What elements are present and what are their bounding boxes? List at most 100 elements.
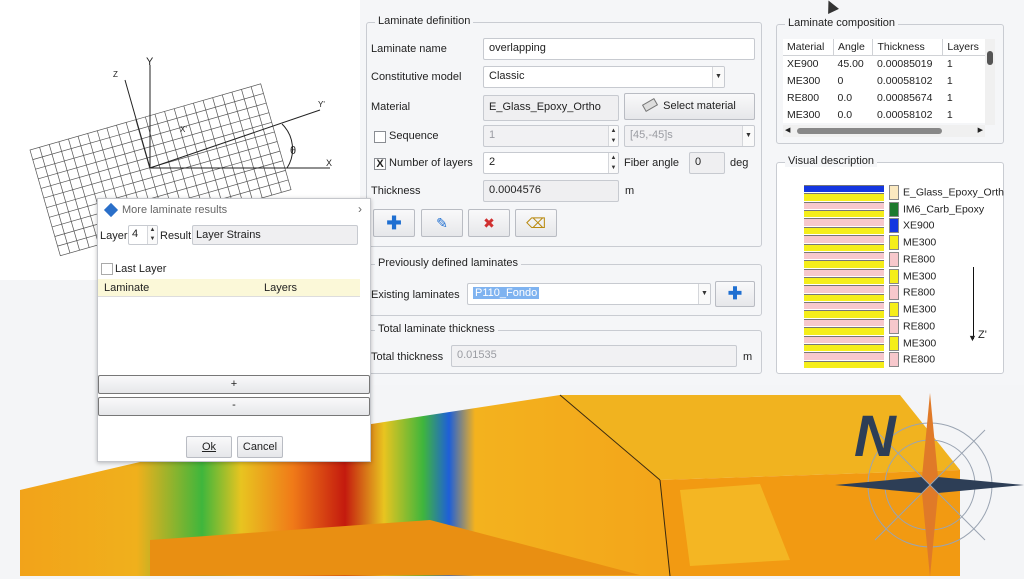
- fiber-angle-label: Fiber angle: [624, 157, 680, 169]
- laminate-layer: [804, 218, 884, 226]
- laminate-layer: [804, 335, 884, 343]
- scroll-left-icon[interactable]: ◀: [785, 125, 790, 137]
- cell-thickness: 0.00058102: [872, 72, 943, 89]
- total-thickness-unit: m: [743, 351, 753, 363]
- last-layer-label: Last Layer: [115, 263, 167, 275]
- legend-swatch: [889, 285, 899, 301]
- legend-swatch: [889, 185, 899, 200]
- cell-angle: 0.0: [833, 89, 873, 106]
- group-title: Laminate composition: [785, 17, 899, 29]
- dialog-titlebar: More laminate results ›: [98, 199, 370, 221]
- last-layer-checkbox[interactable]: [101, 263, 113, 275]
- cell-thickness: 0.00085674: [872, 89, 943, 106]
- column-header-laminate[interactable]: Laminate: [104, 282, 149, 294]
- scrollbar-thumb[interactable]: [987, 51, 993, 65]
- compass-logo: N: [830, 385, 1024, 577]
- cell-angle: 0: [833, 72, 873, 89]
- laminate-list-header: Laminate Layers: [98, 279, 360, 297]
- legend-item: ME300: [889, 335, 936, 353]
- cell-thickness: 0.00058102: [872, 106, 943, 123]
- column-header-angle[interactable]: Angle: [833, 39, 874, 56]
- scrollbar-thumb[interactable]: [797, 128, 942, 134]
- select-material-label: Select material: [663, 100, 736, 112]
- chevron-down-icon: ▼: [742, 126, 754, 146]
- clean-button[interactable]: ⌫: [515, 209, 557, 237]
- legend-item: ME300: [889, 302, 936, 319]
- material-label: Material: [371, 101, 411, 113]
- broom-icon: ⌫: [526, 215, 546, 231]
- vertical-scrollbar[interactable]: [985, 39, 995, 125]
- layer-stepper[interactable]: 4 ▲ ▼: [128, 225, 158, 245]
- table-row[interactable]: XE900 45.00 0.00085019 1: [783, 55, 988, 72]
- legend-label: RE800: [903, 353, 936, 366]
- sequence-value: 1: [489, 129, 496, 141]
- cell-layers: 1: [942, 55, 988, 72]
- laminate-layer: [804, 302, 884, 310]
- expand-button[interactable]: +: [98, 375, 370, 394]
- laminate-layer: [804, 193, 884, 201]
- table-row[interactable]: RE800 0.0 0.00085674 1: [783, 89, 988, 106]
- laminate-stack: [804, 185, 884, 369]
- ok-button[interactable]: Ok: [186, 436, 232, 458]
- cell-material: ME300: [783, 106, 834, 123]
- thickness-field: 0.0004576: [483, 180, 619, 202]
- result-select[interactable]: Layer Strains: [192, 225, 358, 245]
- add-layer-button[interactable]: ✚: [373, 209, 415, 237]
- laminate-layer: [804, 360, 884, 368]
- edit-layer-button[interactable]: ✎: [421, 209, 463, 237]
- column-header-layers[interactable]: Layers: [942, 39, 988, 56]
- chevron-right-icon[interactable]: ›: [358, 202, 362, 216]
- visual-description-group: Visual description E_Glass_Epoxy_Orth IM6…: [776, 155, 1004, 374]
- laminate-layer: [804, 210, 884, 218]
- chevron-down-icon: ▼: [712, 67, 724, 87]
- legend-item: RE800: [889, 251, 935, 269]
- sequence-pattern-select[interactable]: [45,-45]s ▼: [624, 125, 755, 147]
- cancel-button[interactable]: Cancel: [237, 436, 283, 458]
- group-title: Previously defined laminates: [375, 257, 522, 269]
- collapse-button[interactable]: -: [98, 397, 370, 416]
- scroll-right-icon[interactable]: ▶: [978, 125, 983, 137]
- add-laminate-button[interactable]: ✚: [715, 281, 755, 307]
- delete-layer-button[interactable]: ✖: [468, 209, 510, 237]
- legend-swatch: [889, 235, 899, 251]
- sequence-stepper[interactable]: 1 ▲ ▼: [483, 125, 619, 147]
- column-header-layers[interactable]: Layers: [264, 282, 297, 294]
- number-of-layers-stepper[interactable]: 2 ▲ ▼: [483, 152, 619, 174]
- axis-x-label: X: [326, 158, 333, 168]
- laminate-layer: [804, 185, 884, 193]
- legend-swatch: [889, 201, 899, 217]
- thickness-label: Thickness: [371, 185, 421, 197]
- column-header-material[interactable]: Material: [783, 39, 834, 56]
- legend-item: RE800: [889, 318, 935, 336]
- legend-label: IM6_Carb_Epoxy: [903, 203, 985, 215]
- laminate-layer: [804, 327, 884, 335]
- table-row[interactable]: ME300 0 0.00058102 1: [783, 72, 988, 89]
- legend-item: RE800: [889, 352, 935, 369]
- laminate-layer: [804, 310, 884, 318]
- sequence-checkbox[interactable]: [374, 131, 386, 143]
- cell-material: XE900: [783, 55, 834, 72]
- group-title: Laminate definition: [375, 15, 474, 27]
- number-of-layers-checkbox[interactable]: X: [374, 158, 386, 170]
- legend-swatch: [889, 268, 899, 284]
- fiber-angle-input[interactable]: 0: [689, 152, 725, 174]
- plus-icon: ✚: [386, 213, 402, 233]
- laminate-list[interactable]: [98, 297, 360, 373]
- legend-item: RE800: [889, 285, 935, 302]
- plus-icon: ✚: [727, 284, 743, 303]
- legend-label: ME300: [903, 236, 937, 249]
- sequence-label: Sequence: [389, 130, 439, 142]
- constitutive-model-select[interactable]: Classic ▼: [483, 66, 725, 88]
- laminate-name-input[interactable]: overlapping: [483, 38, 755, 60]
- laminate-layer: [804, 251, 884, 260]
- z-axis-arrowhead-icon: ▼: [968, 333, 977, 343]
- existing-laminates-select[interactable]: P110_Fondo ▼: [467, 283, 711, 305]
- horizontal-scrollbar[interactable]: ◀ ▶: [783, 125, 985, 137]
- table-row[interactable]: ME300 0.0 0.00058102 1: [783, 106, 988, 123]
- laminate-layer: [804, 268, 884, 276]
- legend-swatch: [889, 251, 899, 267]
- column-header-thickness[interactable]: Thickness: [872, 39, 944, 56]
- laminate-layer: [804, 235, 884, 243]
- z-axis-arrow-icon: [973, 267, 974, 339]
- select-material-button[interactable]: Select material: [624, 93, 755, 120]
